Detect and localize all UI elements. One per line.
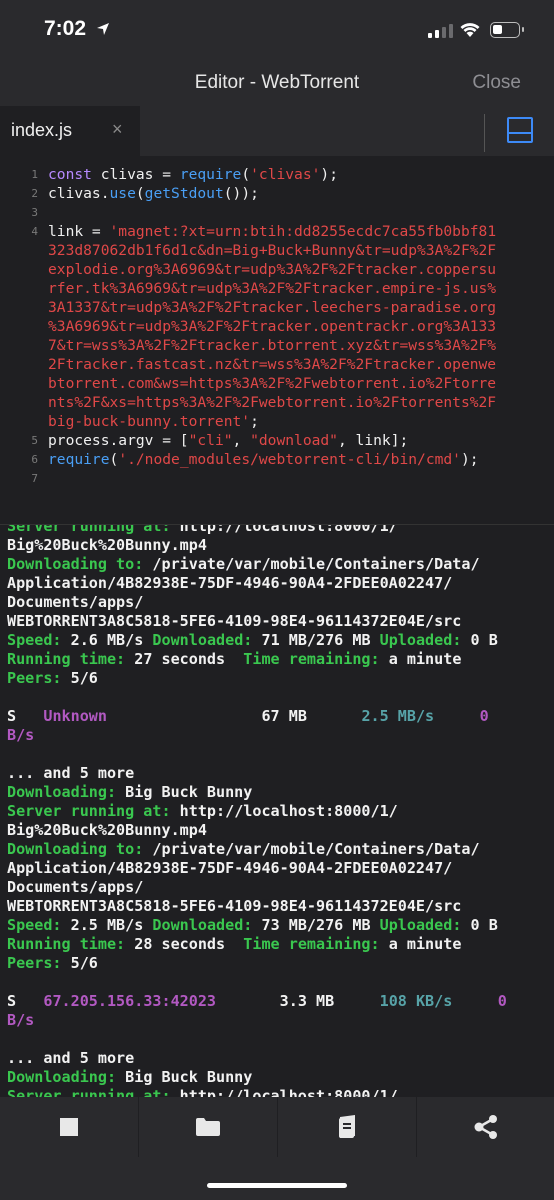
code-line-wrap: nts%2F&xs=https%3A%2F%2Fwebtorrent.io%2F… [48,394,497,411]
cellular-signal-icon [428,24,453,38]
code-line-wrap: 323d87062db1f6d1c&dn=Big+Buck+Bunny&tr=u… [48,242,497,259]
code-editor[interactable]: 1 const clivas = require('clivas'); 2 cliv… [0,156,554,524]
share-icon [474,1115,497,1139]
code-line-wrap: 2Ftracker.fastcast.nz&tr=wss%3A%2F%2Ftra… [48,356,497,373]
code-line-wrap: rfer.tk%3A6969&tr=udp%3A%2F%2Ftracker.em… [48,280,497,297]
code-lines: 1 const clivas = require('clivas'); 2 cliv… [0,165,554,488]
tab-close-icon[interactable]: × [112,119,123,140]
line-number: 5 [31,434,38,447]
stop-icon [60,1118,78,1136]
code-line: 7 [0,469,554,488]
code-line-wrap: 7&tr=wss%3A%2F%2Ftracker.btorrent.xyz&tr… [48,337,497,354]
tab-divider [484,114,485,152]
page-title: Editor - WebTorrent [194,72,360,93]
wifi-icon [460,23,480,37]
home-indicator[interactable] [207,1183,347,1188]
line-number: 3 [31,206,38,219]
line-number: 6 [31,453,38,466]
close-button[interactable]: Close [472,72,521,94]
bottom-toolbar [0,1097,554,1157]
split-layout-icon[interactable] [507,117,533,143]
status-bar: 7:02 [0,0,554,62]
tab-bar: index.js × [0,106,554,156]
folder-icon [196,1118,220,1136]
status-time: 7:02 [44,17,87,40]
code-line-wrap: explodie.org%3A6969&tr=udp%3A%2F%2Ftrack… [48,261,497,278]
terminal-lines: Server running at: http://localhost:8000… [7,525,507,1097]
tab-index-js[interactable]: index.js × [0,106,140,156]
docs-button[interactable] [278,1097,416,1157]
line-number: 2 [31,187,38,200]
code-line: 4 link = 'magnet:?xt=urn:btih:dd8255ecdc7… [0,222,554,241]
share-button[interactable] [417,1097,554,1157]
code-line-wrap: big-buck-bunny.torrent'; [48,413,259,430]
book-icon [339,1115,355,1138]
nav-bar: Editor - WebTorrent Close [0,62,554,106]
battery-icon [490,22,524,38]
code-line-wrap: btorrent.com&ws=https%3A%2F%2Fwebtorrent… [48,375,497,392]
files-button[interactable] [139,1097,277,1157]
home-indicator-area [0,1157,554,1200]
code-line: 3 [0,203,554,222]
code-line: 5 process.argv = ["cli", "download", link… [0,431,554,450]
line-number: 4 [31,225,38,238]
code-line: 2 clivas.use(getStdout()); [0,184,554,203]
tab-label: index.js [11,120,73,140]
code-line-wrap: %3A6969&tr=udp%3A%2F%2Ftracker.opentrack… [48,318,497,335]
location-arrow-icon [97,23,109,35]
terminal-output[interactable]: Server running at: http://localhost:8000… [0,525,554,1097]
code-line-wrap: 3A1337&tr=udp%3A%2F%2Ftracker.leechers-p… [48,299,497,316]
code-line: 6 require('./node_modules/webtorrent-cli/… [0,450,554,469]
line-number: 1 [31,168,38,181]
line-number: 7 [31,472,38,485]
stop-button[interactable] [0,1097,138,1157]
code-line: 1 const clivas = require('clivas'); [0,165,554,184]
